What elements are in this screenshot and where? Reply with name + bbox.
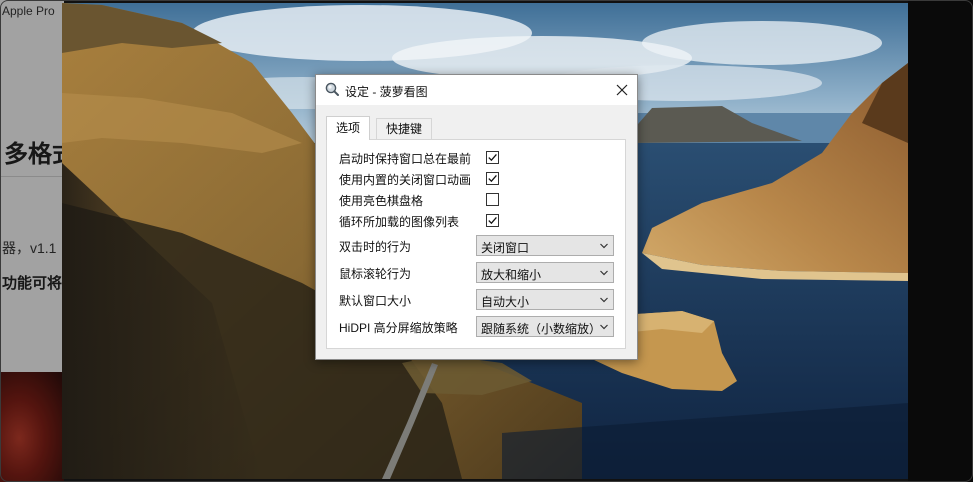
checkmark-icon (488, 216, 497, 225)
select-value: 跟随系统（小数缩放） (481, 322, 602, 336)
option-label-close-animation: 使用内置的关闭窗口动画 (339, 173, 472, 187)
right-dark-panel (908, 0, 973, 482)
dialog-title: 设定 - 菠萝看图 (345, 85, 428, 99)
select-mouse-wheel[interactable]: 放大和缩小 (476, 262, 614, 283)
select-hidpi[interactable]: 跟随系统（小数缩放） (476, 316, 614, 337)
select-label-double-click: 双击时的行为 (339, 240, 412, 254)
checkbox-loop-images[interactable] (486, 214, 499, 227)
checkmark-icon (488, 153, 497, 162)
checkbox-close-animation[interactable] (486, 172, 499, 185)
select-window-size[interactable]: 自动大小 (476, 289, 614, 310)
checkmark-icon (488, 174, 497, 183)
option-label-light-checkerboard: 使用亮色棋盘格 (339, 194, 424, 208)
tab-options[interactable]: 选项 (326, 116, 371, 140)
dialog-titlebar[interactable]: 设定 - 菠萝看图 (316, 75, 637, 105)
checkbox-always-on-top[interactable] (486, 151, 499, 164)
chevron-down-icon (600, 324, 608, 330)
select-value: 关闭窗口 (481, 241, 530, 255)
close-icon (616, 84, 628, 96)
select-value: 放大和缩小 (481, 268, 542, 282)
select-label-mouse-wheel: 鼠标滚轮行为 (339, 267, 412, 281)
checkbox-light-checkerboard[interactable] (486, 193, 499, 206)
chevron-down-icon (600, 243, 608, 249)
screen: Apple Pro 多格式 器，v1.1 功能可将 (0, 0, 973, 482)
magnifier-app-icon (325, 82, 339, 96)
options-panel: 启动时保持窗口总在最前 使用内置的关闭窗口动画 使用亮色棋盘格 循环所加载的图像… (326, 139, 626, 349)
background-webpage: Apple Pro 多格式 器，v1.1 功能可将 (0, 0, 64, 482)
select-label-window-size: 默认窗口大小 (339, 294, 412, 308)
option-label-loop-images: 循环所加载的图像列表 (339, 215, 460, 229)
settings-dialog: 设定 - 菠萝看图 选项 快捷键 启动时保持窗口总在最前 使用内置的关闭窗口动画 (315, 74, 638, 360)
select-double-click[interactable]: 关闭窗口 (476, 235, 614, 256)
option-label-always-on-top: 启动时保持窗口总在最前 (339, 152, 472, 166)
chevron-down-icon (600, 297, 608, 303)
tab-shortcuts[interactable]: 快捷键 (376, 118, 433, 139)
close-button[interactable] (607, 75, 637, 105)
select-value: 自动大小 (481, 295, 530, 309)
chevron-down-icon (600, 270, 608, 276)
bg-dim-overlay (0, 0, 64, 482)
select-label-hidpi: HiDPI 高分屏缩放策略 (339, 321, 458, 335)
